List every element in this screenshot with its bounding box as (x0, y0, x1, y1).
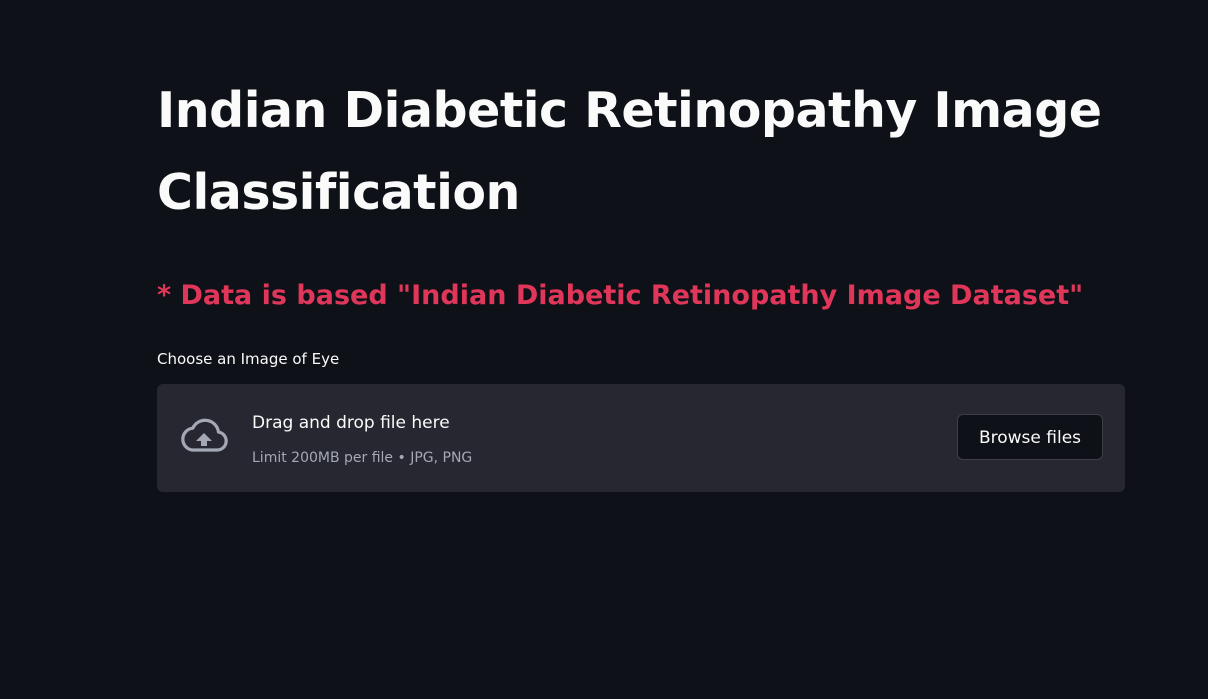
browse-files-button[interactable]: Browse files (957, 414, 1103, 460)
file-limit-text: Limit 200MB per file • JPG, PNG (252, 450, 473, 466)
file-dropzone[interactable]: Drag and drop file here Limit 200MB per … (157, 384, 1125, 492)
dataset-note: * Data is based "Indian Diabetic Retinop… (157, 280, 1084, 311)
drop-instruction: Drag and drop file here (252, 413, 450, 433)
file-uploader-label: Choose an Image of Eye (157, 350, 340, 368)
cloud-upload-icon (178, 417, 230, 457)
page-title: Indian Diabetic Retinopathy Image Classi… (157, 82, 1102, 221)
